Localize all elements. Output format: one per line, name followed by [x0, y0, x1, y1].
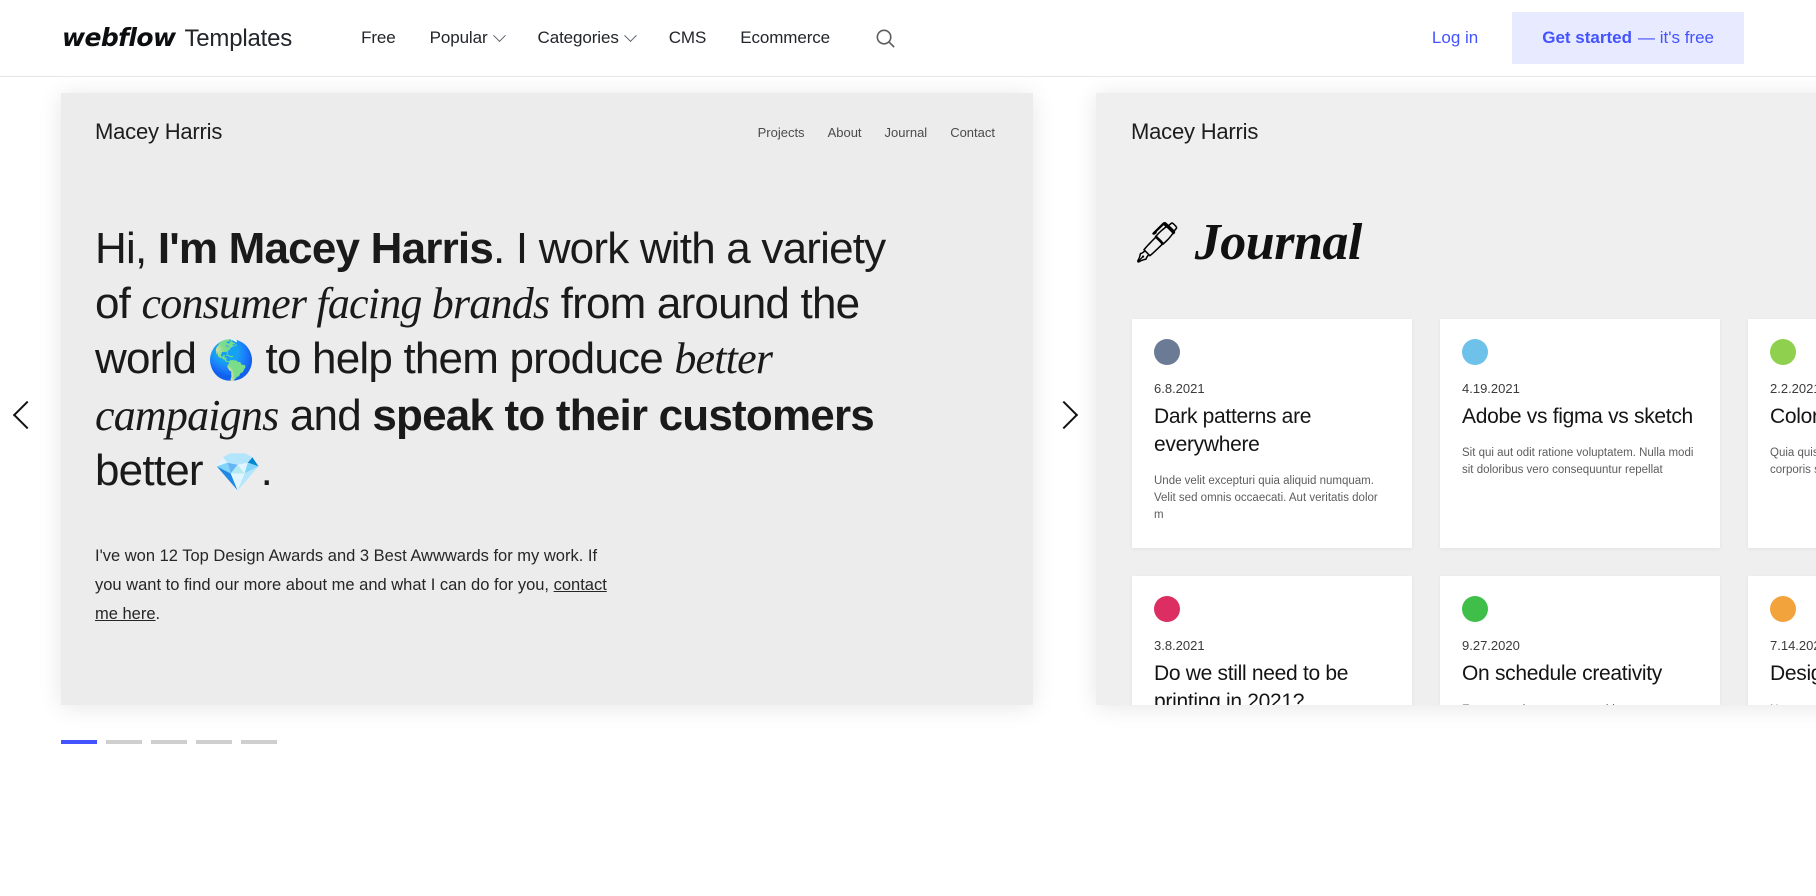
- top-navbar: webflow Templates Free Popular Categorie…: [0, 0, 1816, 77]
- journal-card-date: 2.2.2021: [1770, 381, 1816, 396]
- template-nav-about[interactable]: About: [828, 125, 862, 140]
- hero-heading: Hi, I'm Macey Harris. I work with a vari…: [95, 221, 895, 500]
- heading-italic-brands: consumer facing brands: [141, 279, 551, 328]
- journal-card-body: Sit qui aut odit ratione voluptatem. Nul…: [1462, 447, 1694, 476]
- hero-section: Hi, I'm Macey Harris. I work with a vari…: [95, 221, 993, 629]
- pagination-bar-5[interactable]: [241, 740, 277, 744]
- nav-item-free[interactable]: Free: [344, 28, 413, 48]
- journal-card[interactable]: 6.8.2021 Dark patterns are everywhere Un…: [1132, 319, 1412, 548]
- pagination-bar-3[interactable]: [151, 740, 187, 744]
- journal-card-title: Do we still need to be printing in 2021?: [1154, 662, 1349, 705]
- heading-part-4: to help them produce: [254, 334, 675, 383]
- journal-card-date: 3.8.2021: [1154, 638, 1205, 653]
- nav-item-categories[interactable]: Categories: [521, 28, 652, 48]
- template-preview-card-portfolio[interactable]: Macey Harris Projects About Journal Cont…: [61, 93, 1033, 705]
- heading-bold-name: I'm Macey Harris: [157, 224, 494, 273]
- nav-item-label: Popular: [429, 28, 488, 47]
- journal-card-title: Adobe vs figma vs sketch: [1462, 405, 1693, 428]
- journal-card[interactable]: 2.2.2021 Color theory basics Quia quis n…: [1748, 319, 1816, 548]
- nav-item-ecommerce[interactable]: Ecommerce: [723, 28, 847, 48]
- primary-nav: Free Popular Categories CMS Ecommerce: [344, 22, 901, 54]
- template-inner-nav: Projects About Journal Contact: [758, 125, 995, 140]
- journal-card-grid: 6.8.2021 Dark patterns are everywhere Un…: [1132, 319, 1816, 705]
- category-dot-icon: [1462, 596, 1488, 622]
- heading-part-1: Hi,: [95, 224, 158, 273]
- template-nav-projects[interactable]: Projects: [758, 125, 805, 140]
- search-button[interactable]: [869, 22, 901, 54]
- category-dot-icon: [1154, 596, 1180, 622]
- nav-item-label: Ecommerce: [740, 28, 831, 47]
- heading-part-7: .: [260, 446, 273, 495]
- heading-part-6: better: [95, 446, 215, 495]
- journal-card-date: 9.27.2020: [1462, 638, 1520, 653]
- journal-card-body: Excepteur sint occaecat cupidatat non pr…: [1462, 702, 1698, 705]
- journal-card-body: Unde velit excepturi quia aliquid numqua…: [1154, 475, 1378, 521]
- pagination-bar-1[interactable]: [61, 740, 97, 744]
- heading-bold-speak: speak to their customers: [372, 391, 874, 440]
- journal-card-date: 7.14.2020: [1770, 638, 1816, 653]
- journal-title: Journal: [1194, 214, 1363, 271]
- template-logo: Macey Harris: [95, 119, 223, 144]
- category-dot-icon: [1770, 339, 1796, 365]
- cta-strong-label: Get started: [1542, 28, 1632, 47]
- chevron-left-icon: [12, 400, 42, 430]
- journal-card[interactable]: 7.14.2020 Designing for motion Nemo enim…: [1748, 576, 1816, 705]
- nav-item-label: Free: [361, 28, 396, 47]
- pagination-bar-4[interactable]: [196, 740, 232, 744]
- chevron-down-icon: [492, 28, 506, 42]
- nav-item-label: Categories: [537, 28, 619, 47]
- template-carousel: Macey Harris Projects About Journal Cont…: [0, 77, 1816, 896]
- template-inner-navbar: Macey Harris Projects About Journal Cont…: [61, 93, 1033, 171]
- journal-card[interactable]: 4.19.2021 Adobe vs figma vs sketch Sit q…: [1440, 319, 1720, 548]
- template-nav-journal[interactable]: Journal: [885, 125, 928, 140]
- brand-section-label: Templates: [184, 25, 293, 52]
- journal-card-title: Color theory basics: [1770, 405, 1816, 428]
- chevron-down-icon: [623, 28, 637, 42]
- globe-emoji-icon: 🌎: [207, 338, 255, 382]
- category-dot-icon: [1770, 596, 1796, 622]
- journal-card-date: 4.19.2021: [1462, 381, 1520, 396]
- journal-card-body: Nemo enim ipsam voluptatem quia voluptas…: [1770, 702, 1816, 705]
- get-started-button[interactable]: Get started — it's free: [1512, 12, 1744, 64]
- chevron-right-icon: [1049, 400, 1079, 430]
- journal-template-logo: Macey Harris: [1131, 119, 1259, 144]
- subtext-post: .: [155, 605, 161, 623]
- subtext-pre: I've won 12 Top Design Awards and 3 Best…: [95, 547, 598, 594]
- template-preview-card-journal[interactable]: Macey Harris 🖋 Journal 6.8.2021 Dark pat…: [1096, 93, 1816, 705]
- category-dot-icon: [1154, 339, 1180, 365]
- journal-card-title: Dark patterns are everywhere: [1154, 405, 1312, 456]
- nav-item-label: CMS: [668, 28, 707, 47]
- journal-card[interactable]: 9.27.2020 On schedule creativity Excepte…: [1440, 576, 1720, 705]
- pen-emoji-icon: 🖋: [1132, 220, 1183, 266]
- navbar-actions: Log in Get started — it's free: [1398, 0, 1816, 76]
- heading-part-5: and: [278, 391, 373, 440]
- pagination-bar-2[interactable]: [106, 740, 142, 744]
- journal-card-date: 6.8.2021: [1154, 381, 1205, 396]
- carousel-prev-button[interactable]: [5, 393, 49, 437]
- journal-card-title: On schedule creativity: [1462, 662, 1662, 685]
- brand-wordmark: webflow: [62, 23, 176, 52]
- nav-item-cms[interactable]: CMS: [652, 28, 723, 48]
- nav-item-popular[interactable]: Popular: [413, 28, 521, 48]
- search-icon: [876, 29, 895, 48]
- webflow-brand-logo[interactable]: webflow Templates: [62, 23, 292, 53]
- journal-card-title: Designing for motion: [1770, 662, 1816, 685]
- hero-subtext: I've won 12 Top Design Awards and 3 Best…: [95, 542, 615, 629]
- category-dot-icon: [1462, 339, 1488, 365]
- diamond-emoji-icon: 💎: [214, 450, 261, 494]
- journal-card[interactable]: 3.8.2021 Do we still need to be printing…: [1132, 576, 1412, 705]
- carousel-pagination: [61, 740, 277, 744]
- login-link[interactable]: Log in: [1398, 28, 1512, 48]
- carousel-next-button[interactable]: [1042, 393, 1086, 437]
- template-nav-contact[interactable]: Contact: [950, 125, 995, 140]
- journal-card-body: Quia quis nostrum exercitationem ullam c…: [1770, 447, 1816, 476]
- cta-rest-label: — it's free: [1638, 28, 1714, 47]
- journal-title-block: 🖋 Journal: [1132, 213, 1362, 272]
